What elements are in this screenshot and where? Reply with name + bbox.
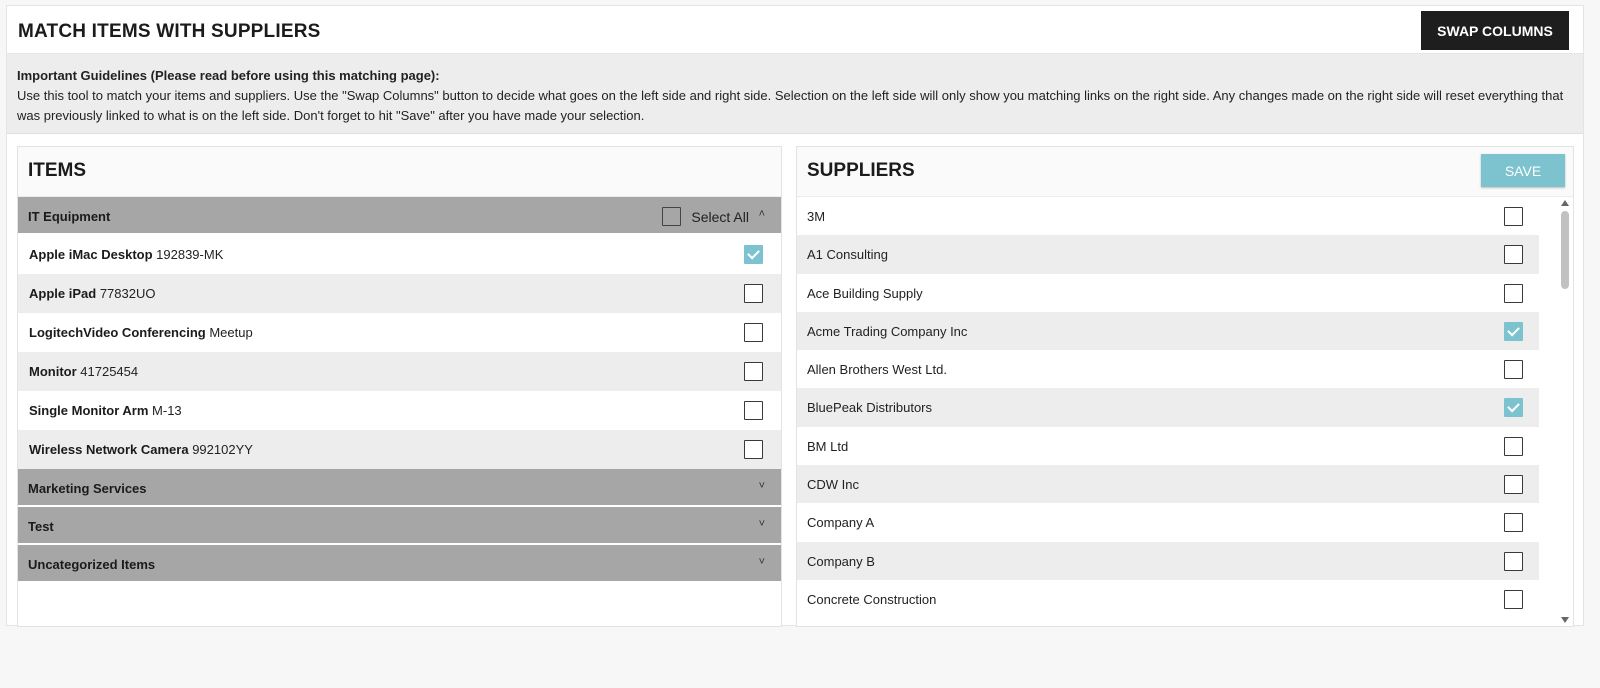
item-text: Apple iMac Desktop 192839-MK [29,247,223,262]
item-row: LogitechVideo Conferencing Meetup [18,313,781,352]
chevron-up-icon[interactable]: ˄ [759,208,765,220]
select-all[interactable]: Select All [662,207,749,226]
item-row: Monitor 41725454 [18,352,781,391]
item-name: Monitor [29,364,77,379]
guidelines-box: Important Guidelines (Please read before… [7,54,1583,134]
guidelines-body: Use this tool to match your items and su… [17,88,1564,123]
supplier-row: Company A [797,503,1539,542]
item-checkbox[interactable] [744,440,763,459]
item-code: M-13 [152,403,182,418]
group-name: Marketing Services [28,481,147,496]
supplier-row: Ace Building Supply [797,273,1539,312]
item-name: LogitechVideo Conferencing [29,325,206,340]
guidelines-title: Important Guidelines (Please read before… [17,68,440,83]
suppliers-scrollbar[interactable] [1558,197,1572,626]
supplier-checkbox[interactable] [1504,589,1523,609]
supplier-checkbox[interactable] [1504,513,1523,533]
supplier-name: Concrete Construction [807,591,937,607]
group-name: IT Equipment [28,209,111,224]
supplier-checkbox[interactable] [1504,360,1523,380]
supplier-name: Company B [807,553,875,569]
supplier-name: Company A [807,515,875,531]
group-header[interactable]: Marketing Services ˅ [18,469,781,507]
item-name: Wireless Network Camera [29,442,189,457]
supplier-checkbox[interactable] [1504,321,1523,341]
chevron-down-icon[interactable]: ˅ [759,518,765,530]
page-header: MATCH ITEMS WITH SUPPLIERS SWAP COLUMNS [7,6,1583,54]
chevron-down-icon[interactable]: ˅ [759,480,765,492]
item-code: 77832UO [99,286,156,301]
supplier-name: Allen Brothers West Ltd. [807,362,947,378]
supplier-row: A1 Consulting [797,235,1539,274]
supplier-name: BluePeak Distributors [807,400,932,416]
item-text: Monitor 41725454 [29,364,138,379]
item-code: 992102YY [192,442,253,457]
group-name: Uncategorized Items [28,557,156,572]
supplier-checkbox[interactable] [1504,207,1523,226]
supplier-row: CDW Inc [797,465,1539,504]
group-name: Test [28,519,54,534]
items-panel-header: ITEMS [18,147,781,197]
supplier-name: Acme Trading Company Inc [807,323,968,339]
supplier-name: A1 Consulting [807,247,888,263]
item-text: Apple iPad 77832UO [29,286,155,301]
page-title: MATCH ITEMS WITH SUPPLIERS [18,21,321,42]
item-checkbox[interactable] [744,362,763,381]
supplier-checkbox[interactable] [1504,398,1523,418]
group-header[interactable]: IT Equipment Select All ˄ [18,197,781,235]
supplier-checkbox[interactable] [1504,436,1523,456]
select-all-checkbox[interactable] [662,207,682,226]
supplier-name: BM Ltd [807,438,849,454]
items-title: ITEMS [28,160,87,181]
scroll-up-arrow-icon[interactable] [1561,200,1569,206]
item-text: LogitechVideo Conferencing Meetup [29,325,253,340]
item-name: Single Monitor Arm [29,403,149,418]
item-name: Apple iPad [29,286,97,301]
supplier-name: 3M [807,209,826,224]
items-panel: ITEMS IT Equipment Select All ˄ Apple iMac … [17,146,782,627]
item-row: Single Monitor Arm M-13 [18,391,781,430]
item-checkbox[interactable] [744,245,763,264]
item-checkbox[interactable] [744,323,763,342]
supplier-name: CDW Inc [807,477,859,493]
supplier-row: Acme Trading Company Inc [797,311,1539,351]
match-page: MATCH ITEMS WITH SUPPLIERS SWAP COLUMNS … [6,5,1584,627]
supplier-checkbox[interactable] [1504,475,1523,495]
supplier-checkbox[interactable] [1504,245,1523,265]
select-all-label: Select All [691,208,749,225]
suppliers-panel: SUPPLIERS SAVE 3M A1 Consulting Ace Buildi… [796,146,1574,627]
suppliers-panel-header: SUPPLIERS SAVE [797,147,1573,197]
supplier-row: Allen Brothers West Ltd. [797,350,1539,389]
supplier-row: BluePeak Distributors [797,388,1539,427]
item-row: Wireless Network Camera 992102YY [18,430,781,469]
supplier-row: 3M [797,197,1539,236]
supplier-row: BM Ltd [797,426,1539,466]
supplier-name: Ace Building Supply [807,285,923,301]
supplier-row: Concrete Construction [797,579,1539,619]
items-groups: IT Equipment Select All ˄ Apple iMac Deskto… [18,197,781,583]
item-code: 192839-MK [156,247,224,262]
suppliers-list: 3M A1 Consulting Ace Building Supply Acme T… [797,197,1539,626]
item-text: Single Monitor Arm M-13 [29,403,182,418]
item-name: Apple iMac Desktop [29,247,153,262]
item-code: Meetup [209,325,253,340]
item-row: Apple iMac Desktop 192839-MK [18,235,781,274]
swap-columns-button[interactable]: SWAP COLUMNS [1421,11,1569,50]
supplier-row: Company B [797,541,1539,580]
chevron-down-icon[interactable]: ˅ [759,556,765,568]
item-row: Apple iPad 77832UO [18,274,781,313]
item-checkbox[interactable] [744,401,763,420]
group-header[interactable]: Test ˅ [18,507,781,545]
item-text: Wireless Network Camera 992102YY [29,442,253,457]
item-checkbox[interactable] [744,284,763,303]
scroll-thumb[interactable] [1561,211,1569,289]
supplier-checkbox[interactable] [1504,283,1523,303]
item-code: 41725454 [80,364,139,379]
scroll-down-arrow-icon[interactable] [1561,617,1569,623]
supplier-checkbox[interactable] [1504,551,1523,571]
save-button[interactable]: SAVE [1481,154,1565,187]
suppliers-title: SUPPLIERS [807,160,915,181]
group-header[interactable]: Uncategorized Items ˅ [18,545,781,583]
